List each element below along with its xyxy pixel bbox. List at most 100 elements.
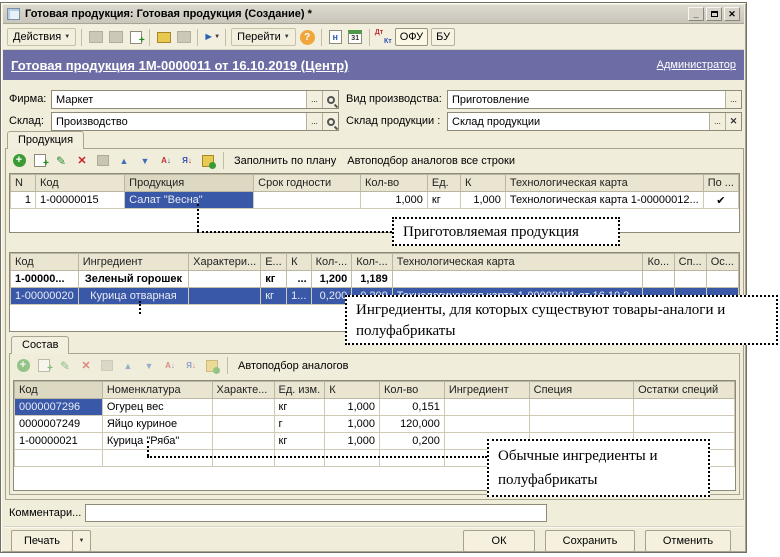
cell-expiry[interactable] [254, 192, 361, 209]
cell-char[interactable] [189, 288, 261, 305]
cell-qty[interactable]: 0,151 [380, 399, 445, 416]
cell-k[interactable]: ... [287, 271, 312, 288]
column-header[interactable]: Ингредиент [444, 382, 529, 399]
column-header[interactable]: Номенклатура [102, 382, 212, 399]
column-header[interactable]: Ингредиент [78, 254, 188, 271]
column-header[interactable]: Технологическая карта [392, 254, 643, 271]
write-document-icon[interactable] [87, 29, 104, 45]
cell-ko[interactable] [643, 271, 674, 288]
column-header[interactable]: Кол-... [311, 254, 352, 271]
column-header[interactable]: Продукция [125, 175, 254, 192]
debit-credit-icon[interactable]: ДтКт [375, 29, 392, 45]
tab-composition[interactable]: Состав [11, 336, 69, 354]
column-header[interactable]: Характери... [189, 254, 261, 271]
column-header[interactable]: Кол-во [380, 382, 445, 399]
document-note-icon[interactable]: н [327, 29, 344, 45]
goto-menu-button[interactable]: Перейти ▼ [231, 28, 296, 46]
cell-char[interactable] [212, 399, 274, 416]
column-header[interactable]: К [287, 254, 312, 271]
cell-qty[interactable]: 120,000 [380, 416, 445, 433]
column-header[interactable]: Код [35, 175, 124, 192]
firm-open-button[interactable] [322, 91, 338, 108]
prodtype-select-button[interactable]: ... [725, 91, 741, 108]
add-row-icon[interactable]: + [15, 358, 31, 373]
cell-ingredient[interactable] [444, 416, 529, 433]
cell-k[interactable]: 1,000 [460, 192, 505, 209]
comment-input[interactable] [85, 504, 547, 522]
minimize-button[interactable]: _ [688, 7, 704, 21]
cell-char[interactable] [212, 433, 274, 450]
column-header[interactable]: Код [11, 254, 79, 271]
cell-nomenclature[interactable]: Огурец вес [102, 399, 212, 416]
save-grid-icon[interactable] [95, 153, 111, 168]
sort-asc-icon[interactable]: А↓ [158, 153, 174, 168]
column-header[interactable]: Код [15, 382, 103, 399]
cell-k[interactable]: 1,000 [325, 433, 380, 450]
cell-techcard[interactable]: Технологическая карта 1-00000012... [505, 192, 703, 209]
help-icon[interactable]: ? [299, 29, 316, 45]
fill-by-plan-button[interactable]: Заполнить по плану [231, 154, 339, 168]
column-header[interactable]: Остатки специй [634, 382, 735, 399]
column-header[interactable]: Е... [261, 254, 287, 271]
cell-code[interactable]: 1-00000021 [15, 433, 103, 450]
cell-sp[interactable] [674, 271, 706, 288]
move-down-icon[interactable]: ▼ [141, 358, 157, 373]
cell-n[interactable]: 1 [11, 192, 36, 209]
cell-qty2[interactable]: 1,189 [352, 271, 393, 288]
add-row-icon[interactable]: + [11, 153, 27, 168]
cell-spice-rest[interactable] [634, 416, 735, 433]
column-header[interactable]: Кол-... [352, 254, 393, 271]
cell-code[interactable]: 0000007249 [15, 416, 103, 433]
move-up-icon[interactable]: ▲ [120, 358, 136, 373]
column-header[interactable]: По ... [703, 175, 738, 192]
copy-row-icon[interactable]: + [36, 358, 52, 373]
autoselect-icon[interactable] [200, 153, 216, 168]
column-header[interactable]: Кол-во [360, 175, 427, 192]
cell-unit[interactable]: кг [261, 271, 287, 288]
cell-unit[interactable]: г [274, 416, 325, 433]
cell-nomenclature[interactable]: Курица "Ряба" [102, 433, 212, 450]
cell-spice[interactable] [529, 399, 633, 416]
column-header[interactable]: Ед. [427, 175, 460, 192]
actions-menu-button[interactable]: Действия ▼ [7, 28, 76, 46]
cell-spice[interactable] [529, 416, 633, 433]
save-button[interactable]: Сохранить [545, 530, 635, 552]
cell-os[interactable] [706, 271, 738, 288]
cell-qty1[interactable]: 1,200 [311, 271, 352, 288]
delete-row-icon[interactable]: ✕ [74, 153, 90, 168]
prodwh-field[interactable]: Склад продукции ... ✕ [447, 112, 742, 131]
close-button[interactable]: ✕ [724, 7, 740, 21]
unpost-document-icon[interactable] [175, 29, 192, 45]
copy-document-icon[interactable]: + [127, 29, 144, 45]
print-dropdown-button[interactable]: ▼ [72, 530, 91, 552]
tab-products[interactable]: Продукция [7, 131, 84, 149]
user-link[interactable]: Администратор [657, 59, 736, 71]
cell-posted-check[interactable]: ✔ [703, 192, 738, 209]
prodtype-field[interactable]: Приготовление ... [447, 90, 742, 109]
cell-code[interactable]: 1-00000020 [11, 288, 79, 305]
ok-button[interactable]: ОК [463, 530, 535, 552]
cancel-button[interactable]: Отменить [645, 530, 731, 552]
cell-k[interactable]: 1,000 [325, 399, 380, 416]
column-header[interactable]: Сп... [674, 254, 706, 271]
prodwh-clear-button[interactable]: ✕ [725, 113, 741, 130]
edit-row-icon[interactable]: ✎ [57, 358, 73, 373]
autoselect-analogs-button[interactable]: Автоподбор аналогов [235, 359, 352, 373]
cell-unit[interactable]: кг [274, 433, 325, 450]
ofu-toggle-button[interactable]: ОФУ [395, 28, 428, 46]
cell-qty[interactable]: 0,200 [380, 433, 445, 450]
column-header[interactable]: N [11, 175, 36, 192]
warehouse-open-button[interactable] [322, 113, 338, 130]
bu-toggle-button[interactable]: БУ [431, 28, 455, 46]
cell-product-selected[interactable]: Салат "Весна" [125, 192, 254, 209]
post-document-icon[interactable] [155, 29, 172, 45]
cell-unit[interactable]: кг [261, 288, 287, 305]
cell-ingredient[interactable]: Курица отварная [78, 288, 188, 305]
cell-qty[interactable]: 1,000 [360, 192, 427, 209]
cell-unit[interactable]: кг [427, 192, 460, 209]
move-up-icon[interactable]: ▲ [116, 153, 132, 168]
cell-k[interactable]: 1,000 [325, 416, 380, 433]
sort-desc-icon[interactable]: Я↓ [179, 153, 195, 168]
related-documents-icon[interactable]: ►▼ [203, 29, 220, 45]
print-button[interactable]: Печать [11, 530, 73, 552]
